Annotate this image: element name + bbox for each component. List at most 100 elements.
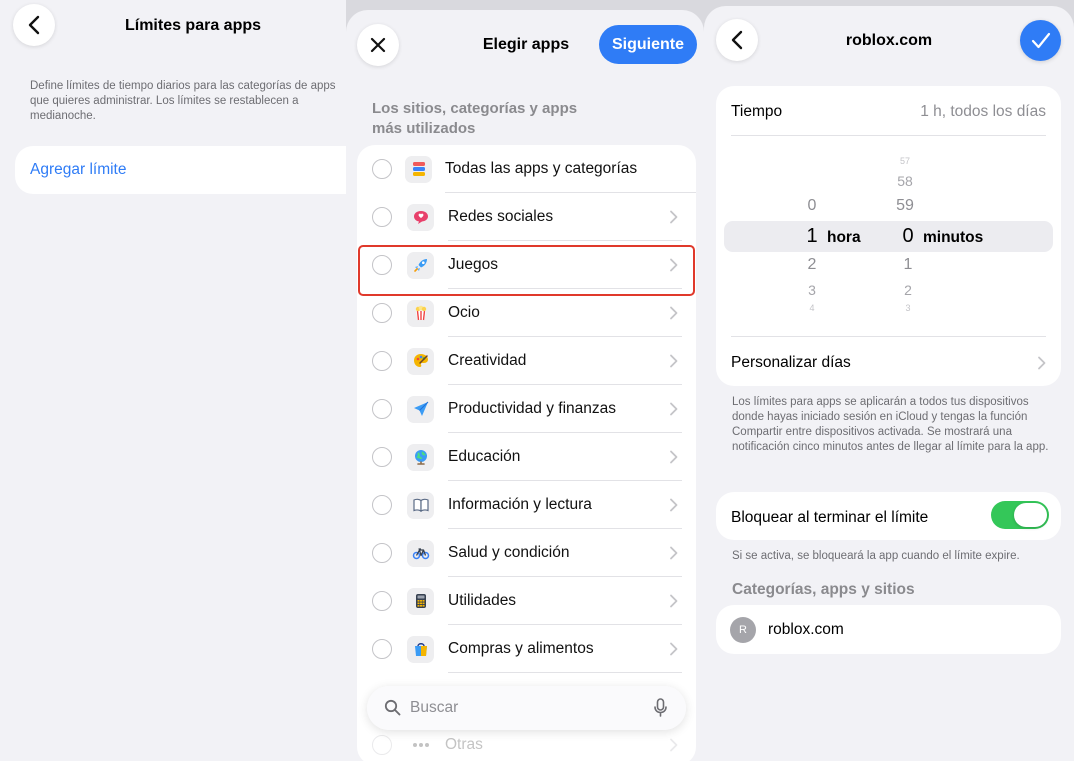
select-radio[interactable] bbox=[372, 207, 392, 227]
picker-hour-option[interactable]: 2 bbox=[802, 256, 822, 274]
site-row: R roblox.com bbox=[716, 605, 1061, 654]
list-item-label: Productividad y finanzas bbox=[448, 400, 617, 417]
back-button[interactable] bbox=[716, 19, 758, 61]
picker-minute-selected[interactable]: 0 bbox=[898, 225, 918, 248]
chevron-left-icon bbox=[28, 15, 40, 35]
list-item-social[interactable]: Redes sociales bbox=[357, 193, 696, 241]
info-text: Los límites para apps se aplicarán a tod… bbox=[732, 396, 1049, 453]
list-item-label: Salud y condición bbox=[448, 544, 570, 561]
microphone-icon[interactable] bbox=[654, 698, 667, 718]
block-row: Bloquear al terminar el límite bbox=[716, 492, 1061, 540]
games-highlight-box bbox=[358, 245, 695, 296]
back-button[interactable] bbox=[13, 4, 55, 46]
next-button[interactable]: Siguiente bbox=[599, 25, 697, 64]
section-header: Los sitios, categorías y apps más utiliz… bbox=[372, 100, 578, 137]
select-radio[interactable] bbox=[372, 159, 392, 179]
chevron-right-icon bbox=[670, 402, 678, 416]
select-radio[interactable] bbox=[372, 591, 392, 611]
chevron-right-icon bbox=[670, 546, 678, 560]
chevron-right-icon bbox=[670, 498, 678, 512]
select-radio[interactable] bbox=[372, 303, 392, 323]
choose-apps-panel: Elegir apps Siguiente Los sitios, catego… bbox=[346, 0, 704, 761]
list-item-education[interactable]: Educación bbox=[357, 433, 696, 481]
chevron-right-icon bbox=[670, 306, 678, 320]
list-item-shopping[interactable]: Compras y alimentos bbox=[357, 625, 696, 673]
sheet-title: roblox.com bbox=[845, 32, 933, 49]
checkmark-icon bbox=[1031, 32, 1050, 48]
select-radio[interactable] bbox=[372, 399, 392, 419]
close-icon bbox=[370, 37, 386, 53]
limit-detail-sheet: roblox.com Tiempo 1 h, todos los días 0 … bbox=[704, 6, 1074, 761]
list-item-all[interactable]: Todas las apps y categorías bbox=[357, 145, 696, 193]
divider bbox=[448, 672, 682, 673]
block-toggle[interactable] bbox=[991, 501, 1049, 529]
list-item-utilities[interactable]: Utilidades bbox=[357, 577, 696, 625]
book-icon bbox=[407, 491, 434, 519]
picker-minute-unit: minutos bbox=[923, 229, 984, 246]
add-limit-button[interactable]: Agregar límite bbox=[15, 146, 346, 194]
site-avatar: R bbox=[730, 617, 756, 643]
sheet-title: Elegir apps bbox=[482, 36, 570, 53]
list-item-health[interactable]: Salud y condición bbox=[357, 529, 696, 577]
block-label: Bloquear al terminar el límite bbox=[731, 509, 929, 526]
site-name: roblox.com bbox=[768, 621, 844, 638]
divider bbox=[731, 135, 1046, 136]
list-item-reading[interactable]: Información y lectura bbox=[357, 481, 696, 529]
customize-days-label: Personalizar días bbox=[731, 354, 851, 371]
list-item-entertainment[interactable]: Ocio bbox=[357, 289, 696, 337]
picker-hour-unit: hora bbox=[827, 229, 861, 246]
picker-hour-selected[interactable]: 1 bbox=[802, 225, 822, 248]
chevron-right-icon bbox=[670, 594, 678, 608]
picker-minute-option[interactable]: 2 bbox=[898, 282, 918, 298]
select-radio[interactable] bbox=[372, 735, 392, 755]
select-radio[interactable] bbox=[372, 543, 392, 563]
list-item-label: Redes sociales bbox=[448, 208, 554, 225]
shopping-bag-icon bbox=[407, 635, 434, 663]
list-item-creativity[interactable]: Creatividad bbox=[357, 337, 696, 385]
list-item-label: Otras bbox=[445, 736, 483, 753]
description-text: Define límites de tiempo diarios para la… bbox=[30, 80, 336, 122]
toggle-knob bbox=[1014, 503, 1047, 527]
picker-minute-option[interactable]: 58 bbox=[892, 173, 918, 189]
select-radio[interactable] bbox=[372, 351, 392, 371]
chat-bubble-icon bbox=[407, 203, 434, 231]
select-radio[interactable] bbox=[372, 447, 392, 467]
picker-hour-option[interactable]: 0 bbox=[802, 197, 822, 215]
time-value: 1 h, todos los días bbox=[920, 103, 1046, 120]
picker-hour-option[interactable]: 3 bbox=[802, 282, 822, 298]
block-note: Si se activa, se bloqueará la app cuando… bbox=[732, 550, 1020, 562]
app-limit-detail-panel: roblox.com Tiempo 1 h, todos los días 0 … bbox=[704, 0, 1074, 761]
add-limit-label: Agregar límite bbox=[30, 161, 127, 178]
close-button[interactable] bbox=[357, 24, 399, 66]
select-radio[interactable] bbox=[372, 639, 392, 659]
customize-days-row[interactable]: Personalizar días bbox=[716, 337, 1061, 385]
time-label: Tiempo bbox=[731, 103, 783, 120]
list-item-productivity[interactable]: Productividad y finanzas bbox=[357, 385, 696, 433]
chevron-right-icon bbox=[670, 450, 678, 464]
picker-minute-option[interactable]: 1 bbox=[898, 256, 918, 274]
list-item-label: Compras y alimentos bbox=[448, 640, 594, 657]
picker-minute-option[interactable]: 59 bbox=[892, 197, 918, 215]
more-icon bbox=[407, 732, 434, 759]
chevron-right-icon bbox=[670, 354, 678, 368]
search-bar[interactable]: Buscar bbox=[367, 686, 686, 730]
list-item-label: Utilidades bbox=[448, 592, 517, 609]
list-item-label: Ocio bbox=[448, 304, 480, 321]
calculator-icon bbox=[407, 587, 434, 615]
time-card: Tiempo 1 h, todos los días 0 1 hora 2 3 … bbox=[716, 86, 1061, 386]
picker-minute-option[interactable]: 57 bbox=[892, 156, 918, 166]
chevron-right-icon bbox=[670, 642, 678, 656]
list-item-label: Información y lectura bbox=[448, 496, 592, 513]
select-radio[interactable] bbox=[372, 495, 392, 515]
chevron-right-icon bbox=[1038, 356, 1046, 370]
list-item-label: Todas las apps y categorías bbox=[445, 160, 638, 177]
confirm-button[interactable] bbox=[1020, 20, 1061, 61]
section-header: Categorías, apps y sitios bbox=[732, 581, 915, 598]
palette-icon bbox=[407, 347, 434, 375]
picker-selection-band bbox=[724, 221, 1053, 252]
picker-minute-option[interactable]: 3 bbox=[898, 303, 918, 313]
list-item-label: Creatividad bbox=[448, 352, 527, 369]
popcorn-icon bbox=[407, 299, 434, 327]
stack-icon bbox=[405, 155, 432, 183]
picker-hour-option[interactable]: 4 bbox=[802, 303, 822, 313]
